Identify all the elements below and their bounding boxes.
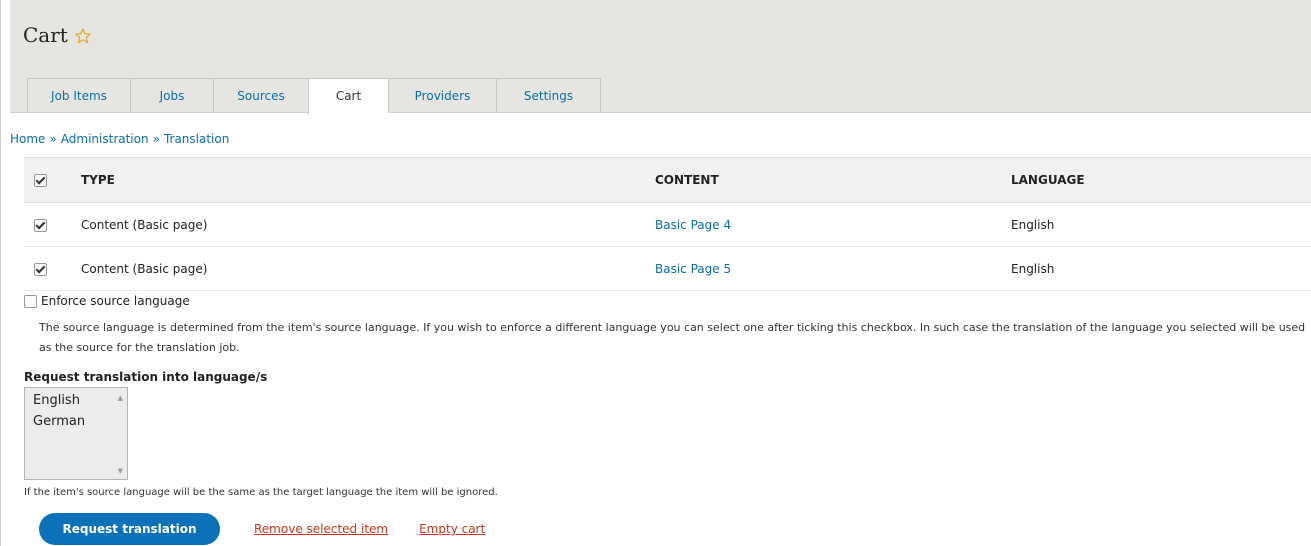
enforce-source-checkbox[interactable]: [24, 294, 37, 308]
column-header-type: TYPE: [65, 157, 654, 203]
enforce-source-label[interactable]: Enforce source language: [41, 294, 190, 308]
enforce-source-language: Enforce source language: [24, 294, 190, 308]
table-row: Content (Basic page) Basic Page 5 Englis…: [24, 246, 1311, 291]
breadcrumb-translation[interactable]: Translation: [164, 132, 229, 146]
cart-table: TYPE CONTENT LANGUAGE Content (Basic pag…: [24, 157, 1311, 291]
column-header-content: CONTENT: [654, 157, 1010, 203]
row-content-cell: Basic Page 5: [654, 246, 1010, 291]
breadcrumb: Home» Administration» Translation: [10, 132, 229, 146]
tab-bar: Job Items Jobs Sources Cart Providers Se…: [27, 78, 601, 114]
row-select-cell: [24, 202, 65, 247]
row-type: Content (Basic page): [65, 202, 654, 247]
remove-selected-link[interactable]: Remove selected item: [254, 522, 388, 536]
table-header-row: TYPE CONTENT LANGUAGE: [24, 157, 1311, 203]
table-row: Content (Basic page) Basic Page 4 Englis…: [24, 202, 1311, 247]
language-option-german[interactable]: German: [25, 411, 127, 432]
row-checkbox[interactable]: [34, 262, 47, 276]
language-options: English German: [25, 388, 127, 432]
breadcrumb-home[interactable]: Home: [10, 132, 45, 146]
breadcrumb-administration[interactable]: Administration: [61, 132, 149, 146]
page-title: Cart: [23, 23, 68, 47]
target-language-label: Request translation into language/s: [24, 370, 268, 384]
scroll-up-icon[interactable]: ▲: [118, 394, 123, 402]
target-language-select[interactable]: English German ▲ ▼: [24, 387, 128, 480]
row-content-link[interactable]: Basic Page 5: [655, 262, 731, 276]
breadcrumb-separator: »: [49, 132, 57, 146]
column-header-language: LANGUAGE: [1010, 157, 1311, 203]
tab-cart[interactable]: Cart: [308, 78, 388, 114]
tab-settings[interactable]: Settings: [496, 78, 601, 112]
row-content-cell: Basic Page 4: [654, 202, 1010, 247]
form-actions: Request translation Remove selected item…: [39, 513, 485, 545]
scroll-down-icon[interactable]: ▼: [118, 467, 123, 475]
row-content-link[interactable]: Basic Page 4: [655, 218, 731, 232]
empty-cart-link[interactable]: Empty cart: [419, 522, 485, 536]
star-icon[interactable]: [74, 26, 92, 44]
tab-providers[interactable]: Providers: [388, 78, 496, 112]
tab-sources[interactable]: Sources: [213, 78, 308, 112]
left-border: [0, 0, 1, 546]
tab-jobs[interactable]: Jobs: [130, 78, 213, 112]
row-select-cell: [24, 246, 65, 291]
select-all-cell: [24, 157, 65, 203]
tab-job-items[interactable]: Job Items: [27, 78, 130, 112]
page-title-wrap: Cart: [23, 23, 92, 47]
request-translation-button[interactable]: Request translation: [39, 513, 220, 545]
target-language-help: If the item's source language will be th…: [24, 487, 498, 498]
select-all-checkbox[interactable]: [34, 174, 47, 187]
enforce-source-description: The source language is determined from t…: [39, 321, 1306, 354]
row-checkbox[interactable]: [34, 218, 47, 232]
row-language: English: [1010, 202, 1311, 247]
language-option-english[interactable]: English: [25, 390, 127, 411]
breadcrumb-separator: »: [152, 132, 160, 146]
row-type: Content (Basic page): [65, 246, 654, 291]
row-language: English: [1010, 246, 1311, 291]
page-header: Cart Job Items Jobs Sources Cart Provide…: [10, 0, 1311, 114]
